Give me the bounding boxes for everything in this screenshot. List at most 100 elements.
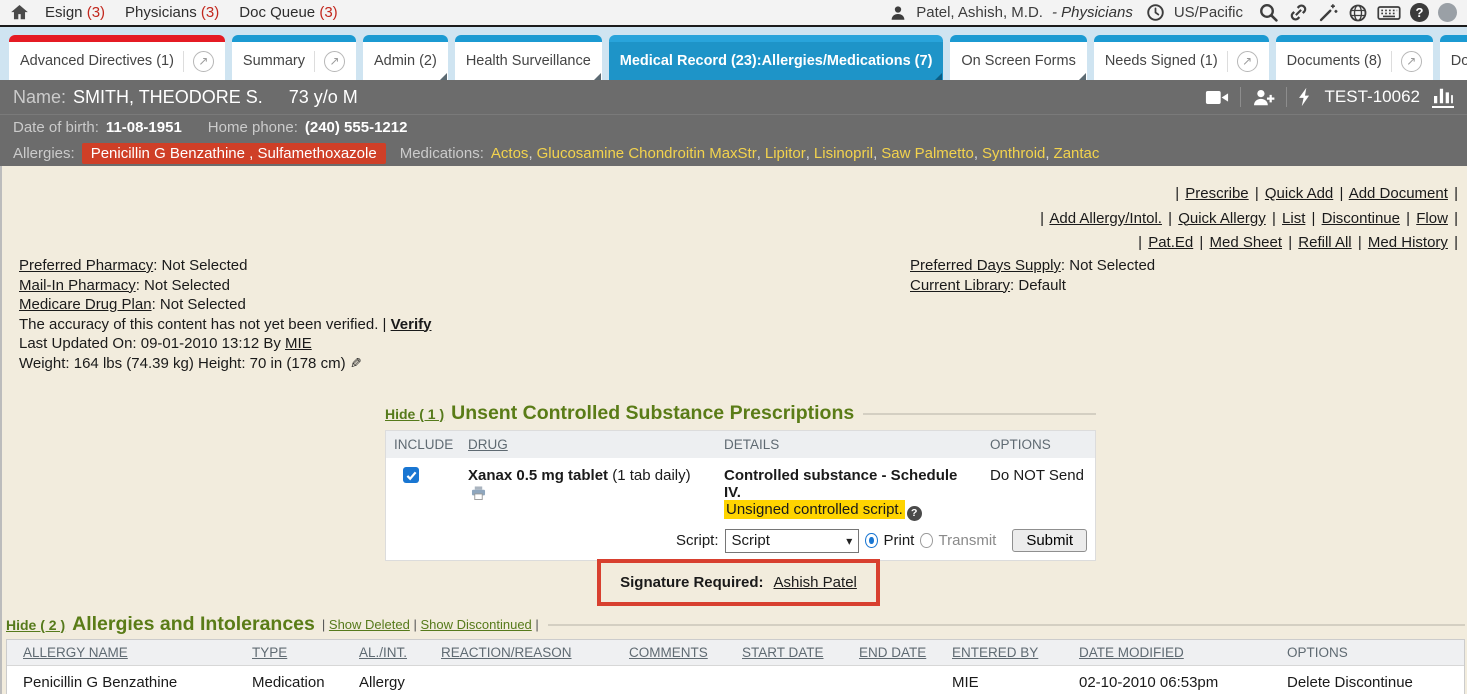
nav-esign[interactable]: Esign (3) (45, 4, 105, 21)
col-reaction[interactable]: REACTION/REASON (425, 640, 613, 665)
tab-popout[interactable]: ↗ (1227, 51, 1258, 72)
tab-documents-d[interactable]: Documents-D (1440, 35, 1467, 80)
action-add-allergy[interactable]: Add Allergy/Intol. (1049, 210, 1162, 227)
flowsheet-chart-icon[interactable] (1432, 87, 1454, 108)
divider (1240, 87, 1241, 107)
keyboard-icon[interactable] (1377, 3, 1401, 23)
action-flow[interactable]: Flow (1416, 210, 1448, 227)
globe-icon[interactable] (1348, 3, 1368, 23)
tab-label: Needs Signed (1) (1105, 53, 1218, 69)
tab-health-surveillance[interactable]: Health Surveillance (455, 35, 602, 80)
help-icon[interactable]: ? (1410, 3, 1429, 22)
nav-esign-count: (3) (87, 4, 105, 21)
medication-link[interactable]: Lipitor (765, 145, 806, 162)
print-script-icon[interactable] (471, 486, 486, 500)
action-row: | Add Allergy/Intol. | Quick Allergy | L… (1038, 207, 1460, 232)
timezone-label[interactable]: US/Pacific (1174, 4, 1243, 21)
preferred-days-supply-link[interactable]: Preferred Days Supply (910, 257, 1061, 274)
mail-in-pharmacy-link[interactable]: Mail-In Pharmacy (19, 277, 136, 294)
medication-link[interactable]: Zantac (1054, 145, 1100, 162)
action-quick-add[interactable]: Quick Add (1265, 185, 1333, 202)
tab-popout[interactable]: ↗ (314, 51, 345, 72)
flag-help-icon[interactable]: ? (907, 506, 922, 521)
preferred-pharmacy-link[interactable]: Preferred Pharmacy (19, 257, 153, 274)
transmit-radio[interactable] (920, 533, 932, 548)
tab-documents[interactable]: Documents (8) ↗ (1276, 35, 1433, 80)
search-icon[interactable] (1258, 2, 1279, 23)
hide-unsent-link[interactable]: Hide ( 1 ) (385, 406, 444, 422)
tab-advanced-directives[interactable]: Advanced Directives (1) ↗ (9, 35, 225, 80)
action-add-document[interactable]: Add Document (1349, 185, 1448, 202)
options-cell[interactable]: Delete Discontinue (1271, 666, 1464, 694)
col-allergy-name[interactable]: ALLERGY NAME (7, 640, 236, 665)
tab-admin[interactable]: Admin (2) (363, 35, 448, 80)
preferred-pharmacy-value: : Not Selected (153, 257, 247, 274)
drug-sig: (1 tab daily) (612, 467, 690, 484)
action-list[interactable]: List (1282, 210, 1305, 227)
current-user[interactable]: Patel, Ashish, M.D. (916, 4, 1043, 21)
add-person-icon[interactable] (1252, 88, 1275, 107)
unsent-table-row: Xanax 0.5 mg tablet (1 tab daily) Contro… (386, 458, 1095, 525)
home-icon[interactable] (10, 3, 29, 22)
tab-popout[interactable]: ↗ (1391, 51, 1422, 72)
action-quick-allergy[interactable]: Quick Allergy (1178, 210, 1266, 227)
wand-icon[interactable] (1318, 2, 1339, 23)
nav-physicians[interactable]: Physicians (3) (125, 4, 219, 21)
updated-by-link[interactable]: MIE (285, 335, 312, 352)
nav-doc-queue[interactable]: Doc Queue (3) (239, 4, 337, 21)
medication-link[interactable]: Glucosamine Chondroitin MaxStr (537, 145, 757, 162)
nav-esign-label: Esign (45, 4, 83, 21)
medication-link[interactable]: Actos (491, 145, 529, 162)
col-date-modified[interactable]: DATE MODIFIED (1063, 640, 1271, 665)
medication-link[interactable]: Saw Palmetto (881, 145, 974, 162)
tab-needs-signed[interactable]: Needs Signed (1) ↗ (1094, 35, 1269, 80)
action-pat-ed[interactable]: Pat.Ed (1148, 234, 1193, 251)
medication-link[interactable]: Lisinopril (814, 145, 873, 162)
medicare-drug-plan-link[interactable]: Medicare Drug Plan (19, 296, 152, 313)
bolt-icon[interactable] (1298, 87, 1311, 107)
separator: | (1452, 185, 1460, 202)
popout-icon: ↗ (193, 51, 214, 72)
tab-fold-icon (1079, 73, 1086, 80)
col-comments[interactable]: COMMENTS (613, 640, 726, 665)
tab-medical-record[interactable]: Medical Record (23):Allergies/Medication… (609, 35, 944, 80)
script-select[interactable]: Script ▾ (725, 529, 860, 553)
verify-link[interactable]: Verify (391, 316, 432, 333)
status-dot-icon[interactable] (1438, 3, 1457, 22)
col-end-date[interactable]: END DATE (843, 640, 936, 665)
show-discontinued-link[interactable]: Show Discontinued (421, 617, 532, 632)
video-icon[interactable] (1205, 89, 1229, 106)
signer-link[interactable]: Ashish Patel (773, 574, 856, 591)
col-start-date[interactable]: START DATE (726, 640, 843, 665)
tab-popout[interactable]: ↗ (183, 51, 214, 72)
hide-allergies-link[interactable]: Hide ( 2 ) (6, 617, 65, 633)
separator: | (1404, 210, 1412, 227)
allergy-badge[interactable]: Penicillin G Benzathine , Sulfamethoxazo… (82, 143, 386, 164)
medication-link[interactable]: Synthroid (982, 145, 1045, 162)
col-drug[interactable]: DRUG (460, 431, 716, 458)
action-discontinue[interactable]: Discontinue (1322, 210, 1400, 227)
allergies-section-title: Allergies and Intolerances (72, 613, 315, 636)
action-med-history[interactable]: Med History (1368, 234, 1448, 251)
separator: | (1270, 210, 1278, 227)
tab-summary[interactable]: Summary ↗ (232, 35, 356, 80)
separator: | (1173, 185, 1181, 202)
col-type[interactable]: TYPE (236, 640, 343, 665)
col-include: INCLUDE (386, 431, 460, 458)
print-radio[interactable] (865, 533, 877, 548)
action-refill-all[interactable]: Refill All (1298, 234, 1351, 251)
submit-button[interactable]: Submit (1012, 529, 1087, 552)
col-entered-by[interactable]: ENTERED BY (936, 640, 1063, 665)
drug-name[interactable]: Xanax 0.5 mg tablet (468, 467, 608, 484)
current-library-link[interactable]: Current Library (910, 277, 1010, 294)
link-icon[interactable] (1288, 2, 1309, 23)
action-prescribe[interactable]: Prescribe (1185, 185, 1248, 202)
edit-pencil-icon[interactable]: ✎ (350, 354, 362, 374)
main-content: | Prescribe | Quick Add | Add Document |… (0, 166, 1467, 694)
show-deleted-link[interactable]: Show Deleted (329, 617, 410, 632)
include-checkbox[interactable] (403, 467, 419, 483)
action-med-sheet[interactable]: Med Sheet (1209, 234, 1282, 251)
date-modified-cell: 02-10-2010 06:53pm (1063, 666, 1271, 694)
tab-on-screen-forms[interactable]: On Screen Forms (950, 35, 1086, 80)
col-al-int[interactable]: AL./INT. (343, 640, 425, 665)
